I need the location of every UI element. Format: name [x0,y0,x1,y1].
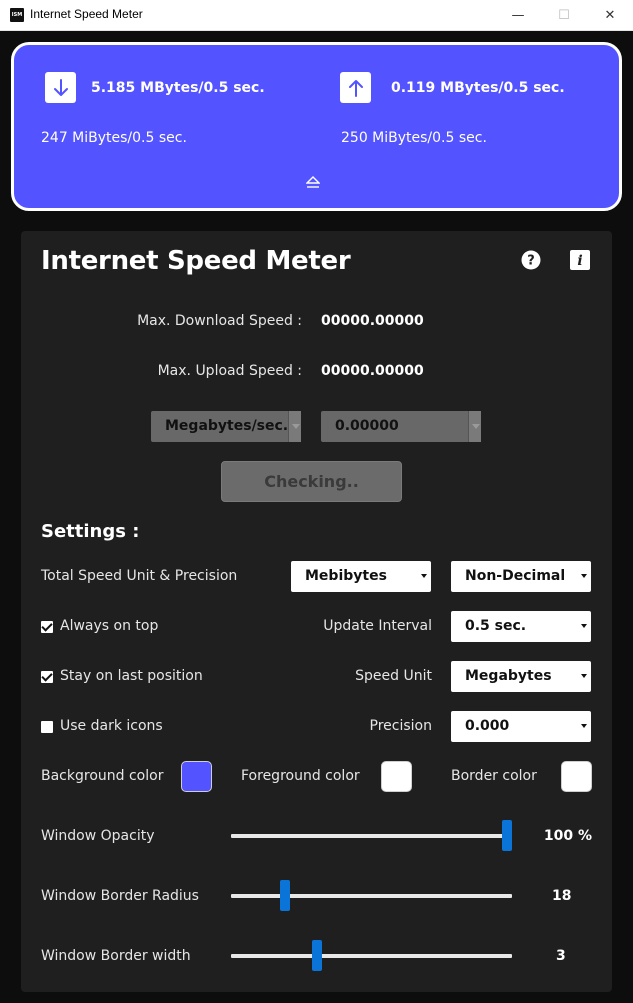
title-bar[interactable]: ISM Internet Speed Meter — ☐ ✕ [0,0,633,31]
max-speed-select-value: 0.00000 [335,418,399,434]
download-total: 247 MiBytes/0.5 sec. [41,130,187,146]
question-circle-icon[interactable]: ? [520,249,542,271]
maximize-button[interactable]: ☐ [541,0,587,31]
speed-meter-widget: 5.185 MBytes/0.5 sec. 0.119 MBytes/0.5 s… [11,42,622,211]
window-opacity-track[interactable] [231,834,512,838]
arrow-up-icon [340,72,371,103]
window-border-radius-label: Window Border Radius [41,888,199,904]
arrow-down-icon [45,72,76,103]
update-interval-select[interactable]: 0.5 sec. [451,611,591,642]
stay-last-position-checkbox[interactable] [41,671,53,683]
max-upload-value: 00000.00000 [321,363,424,379]
window-border-width-slider-thumb[interactable] [312,940,323,971]
total-unit-select[interactable]: Mebibytes [291,561,431,592]
precision-label: Precision [369,718,432,734]
border-color-label: Border color [451,768,537,784]
speed-unit-select-value: Megabytes/sec. [165,418,289,434]
stay-last-position-label: Stay on last position [60,668,203,684]
close-button[interactable]: ✕ [587,0,633,31]
total-unit-label: Total Speed Unit & Precision [41,568,238,584]
minimize-button[interactable]: — [495,0,541,31]
foreground-color-label: Foreground color [241,768,360,784]
total-unit-select-value: Mebibytes [305,568,387,584]
app-icon: ISM [10,8,24,22]
total-precision-select-value: Non-Decimal [465,568,566,584]
use-dark-icons-checkbox[interactable] [41,721,53,733]
window-border-width-label: Window Border width [41,948,191,964]
border-color-swatch[interactable] [561,761,592,792]
precision-select-value: 0.000 [465,718,510,734]
chevron-down-icon [468,411,481,442]
use-dark-icons-label: Use dark icons [60,718,163,734]
upload-total: 250 MiBytes/0.5 sec. [341,130,487,146]
window-opacity-value: 100 % [543,828,592,844]
chevron-down-icon [581,674,587,678]
settings-heading: Settings : [41,521,140,542]
chevron-down-icon [288,411,301,442]
precision-select[interactable]: 0.000 [451,711,591,742]
window-opacity-label: Window Opacity [41,828,155,844]
window-border-radius-value: 18 [552,888,572,904]
window-border-width-track[interactable] [231,954,512,958]
svg-text:?: ? [527,254,535,269]
chevron-down-icon [421,574,427,578]
foreground-color-swatch[interactable] [381,761,412,792]
speed-unit-setting-value: Megabytes [465,668,552,684]
always-on-top-label: Always on top [60,618,159,634]
speed-unit-setting-select[interactable]: Megabytes [451,661,591,692]
speed-unit-select[interactable]: Megabytes/sec. [151,411,301,442]
chevron-down-icon [581,574,587,578]
info-icon[interactable]: i [569,249,591,271]
download-speed: 5.185 MBytes/0.5 sec. [91,80,265,96]
speed-unit-label: Speed Unit [355,668,432,684]
eject-icon[interactable] [305,174,321,193]
window-opacity-slider-thumb[interactable] [502,820,512,851]
chevron-down-icon [581,724,587,728]
update-interval-select-value: 0.5 sec. [465,618,527,634]
max-speed-select[interactable]: 0.00000 [321,411,481,442]
page-title: Internet Speed Meter [41,246,351,276]
window-title: Internet Speed Meter [30,7,143,21]
max-download-value: 00000.00000 [321,313,424,329]
background-color-label: Background color [41,768,164,784]
chevron-down-icon [581,624,587,628]
background-color-swatch[interactable] [181,761,212,792]
upload-speed: 0.119 MBytes/0.5 sec. [391,80,565,96]
total-precision-select[interactable]: Non-Decimal [451,561,591,592]
update-interval-label: Update Interval [323,618,432,634]
window-border-width-value: 3 [556,948,566,964]
settings-panel: Internet Speed Meter ? i Max. Download S… [21,231,612,992]
svg-text:i: i [577,253,582,269]
window-border-radius-slider-thumb[interactable] [279,880,290,911]
check-speed-button[interactable]: Checking.. [221,461,402,502]
window-border-radius-track[interactable] [231,894,512,898]
max-download-label: Max. Download Speed : [137,313,302,329]
always-on-top-checkbox[interactable] [41,621,53,633]
max-upload-label: Max. Upload Speed : [157,363,302,379]
